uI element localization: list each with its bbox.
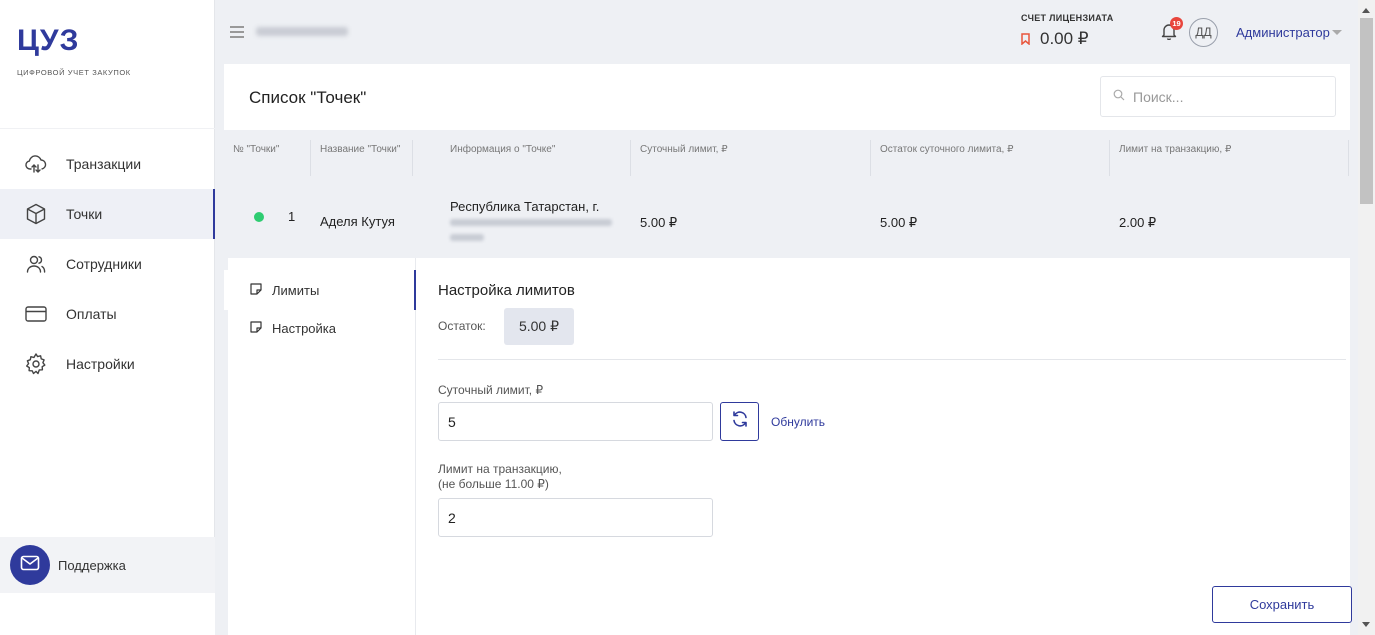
- scroll-down-arrow[interactable]: [1362, 622, 1370, 627]
- tab-label: Настройка: [272, 320, 336, 336]
- support-section[interactable]: Поддержка: [0, 537, 215, 593]
- daily-limit-value: 5.00 ₽: [640, 215, 678, 230]
- support-button[interactable]: [10, 545, 50, 585]
- scroll-thumb[interactable]: [1360, 18, 1373, 204]
- column-divider: [1109, 140, 1110, 176]
- gear-icon: [24, 352, 48, 376]
- sidebar-item-transactions[interactable]: Транзакции: [0, 139, 215, 189]
- panel-tabs: Лимиты Настройка: [224, 258, 416, 635]
- license-value: 0.00 ₽: [1040, 29, 1089, 48]
- daily-limit-label: Суточный лимит, ₽: [438, 383, 544, 397]
- cloud-sync-icon: [24, 152, 48, 176]
- transaction-limit-field[interactable]: [438, 498, 713, 537]
- table-header: № "Точки" Название "Точки" Информация о …: [224, 130, 1350, 185]
- sidebar-item-payments[interactable]: Оплаты: [0, 289, 215, 339]
- remain-label: Остаток:: [438, 319, 486, 333]
- menu-icon[interactable]: [230, 26, 244, 38]
- scroll-up-arrow[interactable]: [1362, 8, 1370, 13]
- cube-icon: [24, 202, 48, 226]
- license-balance: 0.00 ₽: [1021, 29, 1114, 49]
- app-logo[interactable]: ЦУЗ: [17, 24, 79, 58]
- transaction-limit-value: 2.00 ₽: [1119, 215, 1157, 230]
- sidebar-nav: Транзакции Точки Сотрудники Оплаты Настр…: [0, 139, 215, 389]
- support-label: Поддержка: [58, 557, 126, 573]
- daily-limit-field[interactable]: [438, 402, 713, 441]
- license-title: СЧЕТ ЛИЦЕНЗИАТА: [1021, 13, 1114, 23]
- status-indicator: [254, 212, 264, 222]
- users-icon: [24, 252, 48, 276]
- column-divider: [412, 140, 413, 176]
- point-number: 1: [288, 209, 296, 224]
- sidebar-footer: [0, 593, 215, 635]
- section-divider: [438, 359, 1346, 360]
- scrollbar[interactable]: [1358, 0, 1375, 635]
- sidebar-divider: [0, 128, 215, 129]
- search-icon: [1113, 88, 1125, 106]
- column-header-info[interactable]: Информация о "Точке": [450, 144, 555, 155]
- tab-label: Лимиты: [272, 282, 320, 298]
- transaction-limit-hint: (не больше 11.00 ₽): [438, 477, 549, 491]
- sidebar-item-label: Сотрудники: [66, 256, 142, 272]
- refresh-icon: [730, 409, 750, 434]
- point-details-panel: Лимиты Настройка Настройка лимитов Остат…: [224, 258, 1352, 635]
- bookmark-icon: [1021, 33, 1030, 45]
- page-title: Список "Точек": [249, 88, 367, 107]
- section-title: Настройка лимитов: [438, 282, 575, 299]
- sidebar: ЦУЗ ЦИФРОВОЙ УЧЕТ ЗАКУПОК Транзакции Точ…: [0, 0, 215, 635]
- reset-button[interactable]: [720, 402, 759, 441]
- card-icon: [24, 302, 48, 326]
- column-divider: [630, 140, 631, 176]
- column-header-daily-limit[interactable]: Суточный лимит, ₽: [640, 144, 728, 155]
- point-info: Республика Татарстан, г.: [450, 199, 600, 214]
- mail-icon: [20, 555, 40, 576]
- column-header-name[interactable]: Название "Точки": [320, 144, 400, 155]
- daily-remaining-value: 5.00 ₽: [880, 215, 918, 230]
- license-account: СЧЕТ ЛИЦЕНЗИАТА 0.00 ₽: [1021, 13, 1114, 49]
- topbar: СЧЕТ ЛИЦЕНЗИАТА 0.00 ₽ 19 ДД Администрат…: [216, 0, 1358, 64]
- column-divider: [1348, 140, 1349, 176]
- sidebar-item-label: Транзакции: [66, 156, 142, 172]
- tab-limits[interactable]: Лимиты: [224, 270, 416, 310]
- breadcrumb: [256, 27, 348, 36]
- tab-settings[interactable]: Настройка: [224, 308, 416, 348]
- chevron-down-icon[interactable]: [1332, 30, 1342, 35]
- save-button[interactable]: Сохранить: [1212, 586, 1352, 623]
- column-divider: [870, 140, 871, 176]
- search-input[interactable]: [1133, 88, 1323, 105]
- avatar[interactable]: ДД: [1189, 18, 1218, 47]
- column-header-transaction-limit[interactable]: Лимит на транзакцию, ₽: [1119, 144, 1231, 155]
- remain-value: 5.00 ₽: [504, 308, 574, 345]
- sidebar-item-points[interactable]: Точки: [0, 189, 215, 239]
- notification-badge: 19: [1170, 17, 1183, 30]
- column-header-daily-remaining[interactable]: Остаток суточного лимита, ₽: [880, 144, 1013, 155]
- sidebar-item-label: Оплаты: [66, 306, 117, 322]
- reset-link[interactable]: Обнулить: [771, 415, 825, 429]
- limits-settings: Настройка лимитов Остаток: 5.00 ₽ Суточн…: [438, 258, 1352, 635]
- app-subtitle: ЦИФРОВОЙ УЧЕТ ЗАКУПОК: [17, 68, 131, 77]
- table-row[interactable]: 1 Аделя Кутуя Республика Татарстан, г. 5…: [224, 185, 1350, 258]
- point-address-redacted: [450, 234, 484, 241]
- column-header-number[interactable]: № "Точки": [233, 144, 279, 155]
- note-icon: [250, 320, 262, 336]
- column-divider: [310, 140, 311, 176]
- sidebar-item-settings[interactable]: Настройки: [0, 339, 215, 389]
- sidebar-item-label: Точки: [66, 206, 103, 222]
- sidebar-item-label: Настройки: [66, 356, 135, 372]
- point-name: Аделя Кутуя: [320, 214, 395, 229]
- sidebar-item-employees[interactable]: Сотрудники: [0, 239, 215, 289]
- point-address-redacted: [450, 219, 612, 226]
- user-menu[interactable]: Администратор: [1236, 25, 1330, 40]
- transaction-limit-label: Лимит на транзакцию,: [438, 462, 562, 476]
- search-box[interactable]: [1100, 76, 1336, 117]
- note-icon: [250, 282, 262, 298]
- list-header: Список "Точек": [224, 64, 1350, 130]
